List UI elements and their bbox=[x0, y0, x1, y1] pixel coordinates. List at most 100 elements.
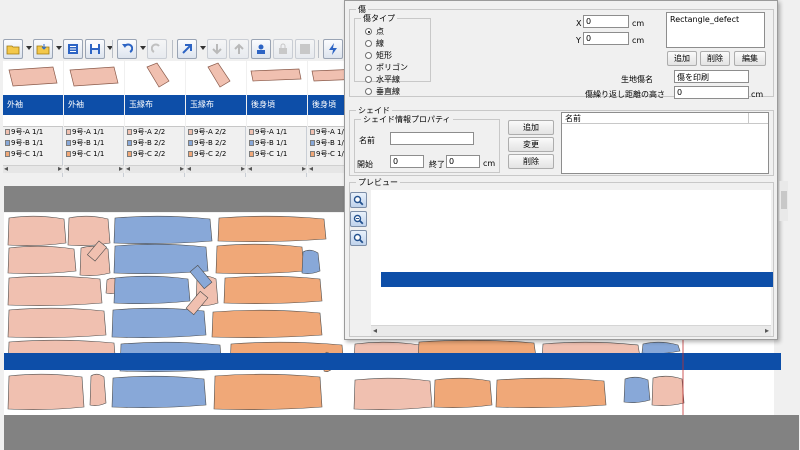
pattern-piece[interactable] bbox=[111, 375, 207, 408]
size-row[interactable]: 9号-B 2/2 bbox=[186, 138, 246, 149]
zoom-fit-button[interactable] bbox=[350, 230, 367, 246]
shade-add-button[interactable]: 追加 bbox=[508, 120, 554, 135]
move-up-button[interactable] bbox=[229, 39, 249, 59]
chevron-down-icon[interactable] bbox=[26, 46, 32, 50]
pattern-piece[interactable] bbox=[641, 341, 681, 354]
pattern-piece[interactable] bbox=[217, 215, 327, 242]
chevron-down-icon[interactable] bbox=[140, 46, 146, 50]
pattern-piece[interactable] bbox=[213, 373, 323, 410]
pattern-piece[interactable] bbox=[301, 249, 321, 274]
pattern-piece[interactable] bbox=[7, 215, 67, 246]
size-row[interactable]: 9号-A 1/1 bbox=[3, 127, 63, 138]
size-row[interactable]: 9号-C 1/1 bbox=[3, 149, 63, 160]
defect-list-item[interactable]: Rectangle_defect bbox=[670, 15, 761, 24]
scroll-thumb[interactable] bbox=[781, 191, 787, 209]
defect-list[interactable]: Rectangle_defect bbox=[666, 12, 765, 48]
pattern-piece[interactable] bbox=[67, 215, 111, 246]
piece-h-scrollbar[interactable] bbox=[247, 164, 307, 173]
piece-thumbnail[interactable] bbox=[125, 61, 185, 95]
piece-thumbnail[interactable] bbox=[64, 61, 124, 95]
pattern-piece[interactable] bbox=[7, 307, 107, 338]
shade-delete-button[interactable]: 削除 bbox=[508, 154, 554, 169]
shade-name-input[interactable] bbox=[390, 132, 474, 145]
preview-h-scrollbar[interactable]: ◂ ▸ bbox=[371, 325, 771, 336]
radio-button[interactable] bbox=[365, 52, 372, 59]
radio-button[interactable] bbox=[365, 64, 372, 71]
piece-column[interactable]: 外袖 9号-A 1/1 9号-B 1/1 9号-C 1/1 bbox=[64, 61, 124, 177]
end-input[interactable]: 0 bbox=[446, 155, 480, 168]
size-row[interactable]: 9号-A 2/2 bbox=[186, 127, 246, 138]
piece-h-scrollbar[interactable] bbox=[186, 164, 246, 173]
defect-delete-button[interactable]: 削除 bbox=[700, 51, 730, 66]
size-row[interactable]: 9号-C 1/1 bbox=[247, 149, 307, 160]
size-row[interactable]: 9号-B 2/2 bbox=[125, 138, 185, 149]
radio-button[interactable] bbox=[365, 76, 372, 83]
pattern-piece[interactable] bbox=[113, 275, 191, 304]
defect-type-option[interactable]: 線 bbox=[365, 38, 384, 49]
defect-type-option[interactable]: 垂直線 bbox=[365, 86, 400, 97]
pattern-piece[interactable] bbox=[651, 375, 685, 406]
x-input[interactable]: 0 bbox=[583, 15, 629, 28]
shade-list[interactable]: 名前 bbox=[561, 112, 769, 174]
y-input[interactable]: 0 bbox=[583, 32, 629, 45]
repeat-height-input[interactable]: 0 bbox=[674, 86, 749, 99]
pattern-piece[interactable] bbox=[7, 245, 77, 274]
preview-canvas[interactable] bbox=[371, 190, 773, 325]
pattern-piece[interactable] bbox=[353, 377, 433, 410]
undo-button[interactable] bbox=[117, 39, 137, 59]
defect-edit-button[interactable]: 編集 bbox=[734, 51, 766, 66]
user-button[interactable] bbox=[251, 39, 271, 59]
pattern-piece[interactable] bbox=[113, 215, 213, 244]
start-input[interactable]: 0 bbox=[390, 155, 424, 168]
size-row[interactable]: 9号-C 1/1 bbox=[64, 149, 124, 160]
defect-type-option[interactable]: 矩形 bbox=[365, 50, 392, 61]
import-folder-button[interactable] bbox=[33, 39, 53, 59]
preview-v-scrollbar[interactable] bbox=[779, 181, 788, 221]
pattern-piece[interactable] bbox=[211, 309, 323, 338]
size-row[interactable]: 9号-A 1/1 bbox=[64, 127, 124, 138]
defect-type-option[interactable]: 水平線 bbox=[365, 74, 400, 85]
select-tool-button[interactable] bbox=[177, 39, 197, 59]
piece-thumbnail[interactable] bbox=[186, 61, 246, 95]
size-row[interactable]: 9号-C 2/2 bbox=[125, 149, 185, 160]
radio-button[interactable] bbox=[365, 88, 372, 95]
piece-column[interactable]: 後身頃 9号-A 1/1 9号-B 1/1 9号-C 1/1 bbox=[247, 61, 307, 177]
pattern-piece[interactable] bbox=[7, 275, 103, 306]
chevron-down-icon[interactable] bbox=[56, 46, 62, 50]
shade-change-button[interactable]: 変更 bbox=[508, 137, 554, 152]
pattern-piece[interactable] bbox=[623, 376, 651, 403]
pattern-piece[interactable] bbox=[215, 243, 305, 274]
pattern-piece[interactable] bbox=[89, 373, 107, 406]
shade-band[interactable] bbox=[4, 353, 781, 370]
radio-button[interactable] bbox=[365, 28, 372, 35]
pattern-piece[interactable] bbox=[7, 373, 85, 410]
piece-column[interactable]: 玉縁布 9号-A 2/2 9号-B 2/2 9号-C 2/2 bbox=[125, 61, 185, 177]
auto-nest-button[interactable] bbox=[323, 39, 343, 59]
size-row[interactable]: 9号-A 2/2 bbox=[125, 127, 185, 138]
scroll-left-icon[interactable]: ◂ bbox=[373, 326, 377, 335]
open-folder-button[interactable] bbox=[3, 39, 23, 59]
piece-thumbnail[interactable] bbox=[247, 61, 307, 95]
piece-h-scrollbar[interactable] bbox=[64, 164, 124, 173]
defect-type-option[interactable]: ポリゴン bbox=[365, 62, 408, 73]
list-button[interactable] bbox=[63, 39, 83, 59]
piece-h-scrollbar[interactable] bbox=[3, 164, 63, 173]
size-row[interactable]: 9号-B 1/1 bbox=[64, 138, 124, 149]
scroll-right-icon[interactable]: ▸ bbox=[765, 326, 769, 335]
group-button[interactable] bbox=[295, 39, 315, 59]
zoom-out-button[interactable] bbox=[350, 211, 367, 227]
size-row[interactable]: 9号-B 1/1 bbox=[3, 138, 63, 149]
shade-list-header[interactable]: 名前 bbox=[562, 113, 748, 124]
piece-column[interactable]: 外袖 9号-A 1/1 9号-B 1/1 9号-C 1/1 bbox=[3, 61, 63, 177]
redo-button[interactable] bbox=[147, 39, 167, 59]
piece-h-scrollbar[interactable] bbox=[125, 164, 185, 173]
pattern-piece[interactable] bbox=[433, 377, 493, 408]
zoom-in-button[interactable] bbox=[350, 192, 367, 208]
defect-add-button[interactable]: 追加 bbox=[667, 51, 697, 66]
fabric-defect-name-input[interactable]: 傷を印刷 bbox=[674, 70, 749, 83]
radio-button[interactable] bbox=[365, 40, 372, 47]
chevron-down-icon[interactable] bbox=[200, 46, 206, 50]
piece-thumbnail[interactable] bbox=[3, 61, 63, 95]
size-row[interactable]: 9号-A 1/1 bbox=[247, 127, 307, 138]
pattern-piece[interactable] bbox=[495, 377, 607, 408]
